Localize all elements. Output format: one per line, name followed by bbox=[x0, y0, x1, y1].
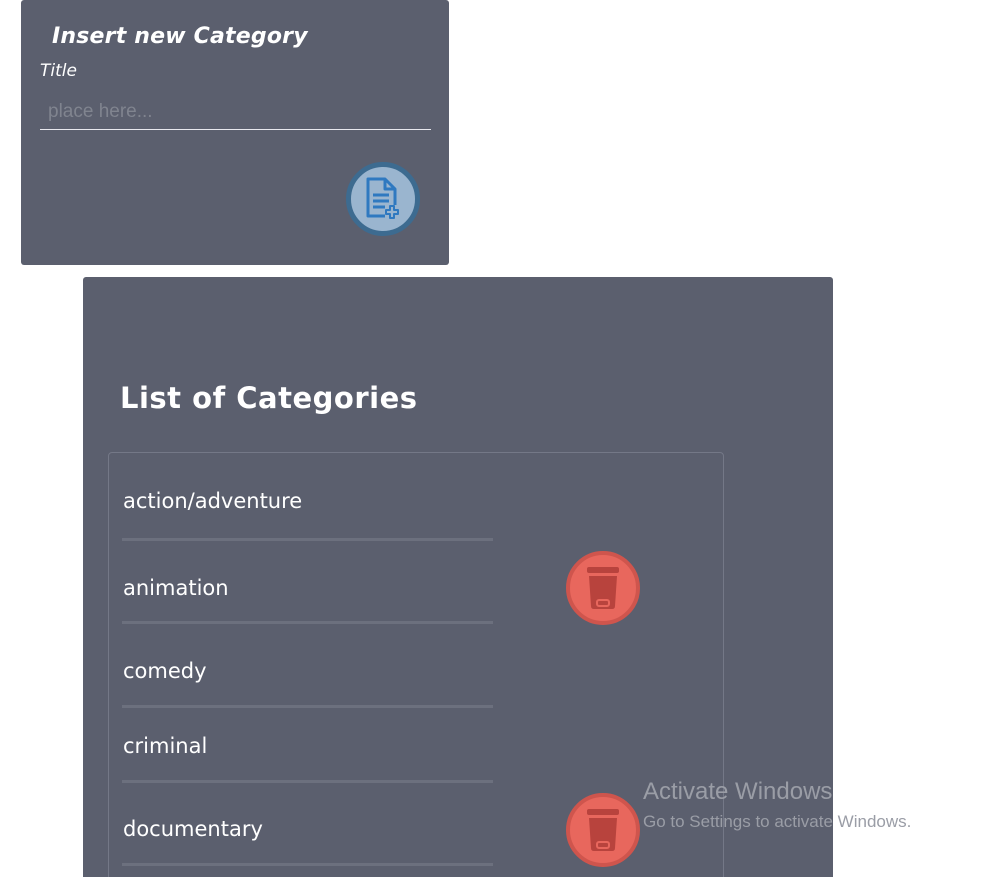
list-item[interactable]: comedy bbox=[122, 624, 493, 708]
list-heading: List of Categories bbox=[120, 381, 418, 415]
insert-category-panel: Insert new Category Title bbox=[21, 0, 449, 265]
list-item[interactable]: action/adventure bbox=[122, 453, 493, 541]
category-label: action/adventure bbox=[123, 489, 303, 513]
trash-icon bbox=[587, 809, 619, 851]
list-item[interactable]: criminal bbox=[122, 708, 493, 783]
category-label: documentary bbox=[123, 817, 263, 841]
list-item[interactable]: animation bbox=[122, 541, 493, 624]
insert-category-heading: Insert new Category bbox=[52, 24, 308, 49]
title-label: Title bbox=[40, 61, 77, 81]
category-label: comedy bbox=[123, 659, 207, 683]
category-list: action/adventure animation comedy crimin… bbox=[108, 452, 724, 877]
trash-icon bbox=[587, 567, 619, 609]
delete-button[interactable] bbox=[566, 793, 640, 867]
add-category-button[interactable] bbox=[346, 162, 420, 236]
delete-button[interactable] bbox=[566, 551, 640, 625]
title-input[interactable] bbox=[40, 94, 431, 130]
add-document-icon bbox=[366, 177, 399, 219]
list-item[interactable]: documentary bbox=[122, 783, 493, 866]
category-label: animation bbox=[123, 576, 229, 600]
category-label: criminal bbox=[123, 734, 208, 758]
category-list-panel: List of Categories action/adventure anim… bbox=[83, 277, 833, 877]
